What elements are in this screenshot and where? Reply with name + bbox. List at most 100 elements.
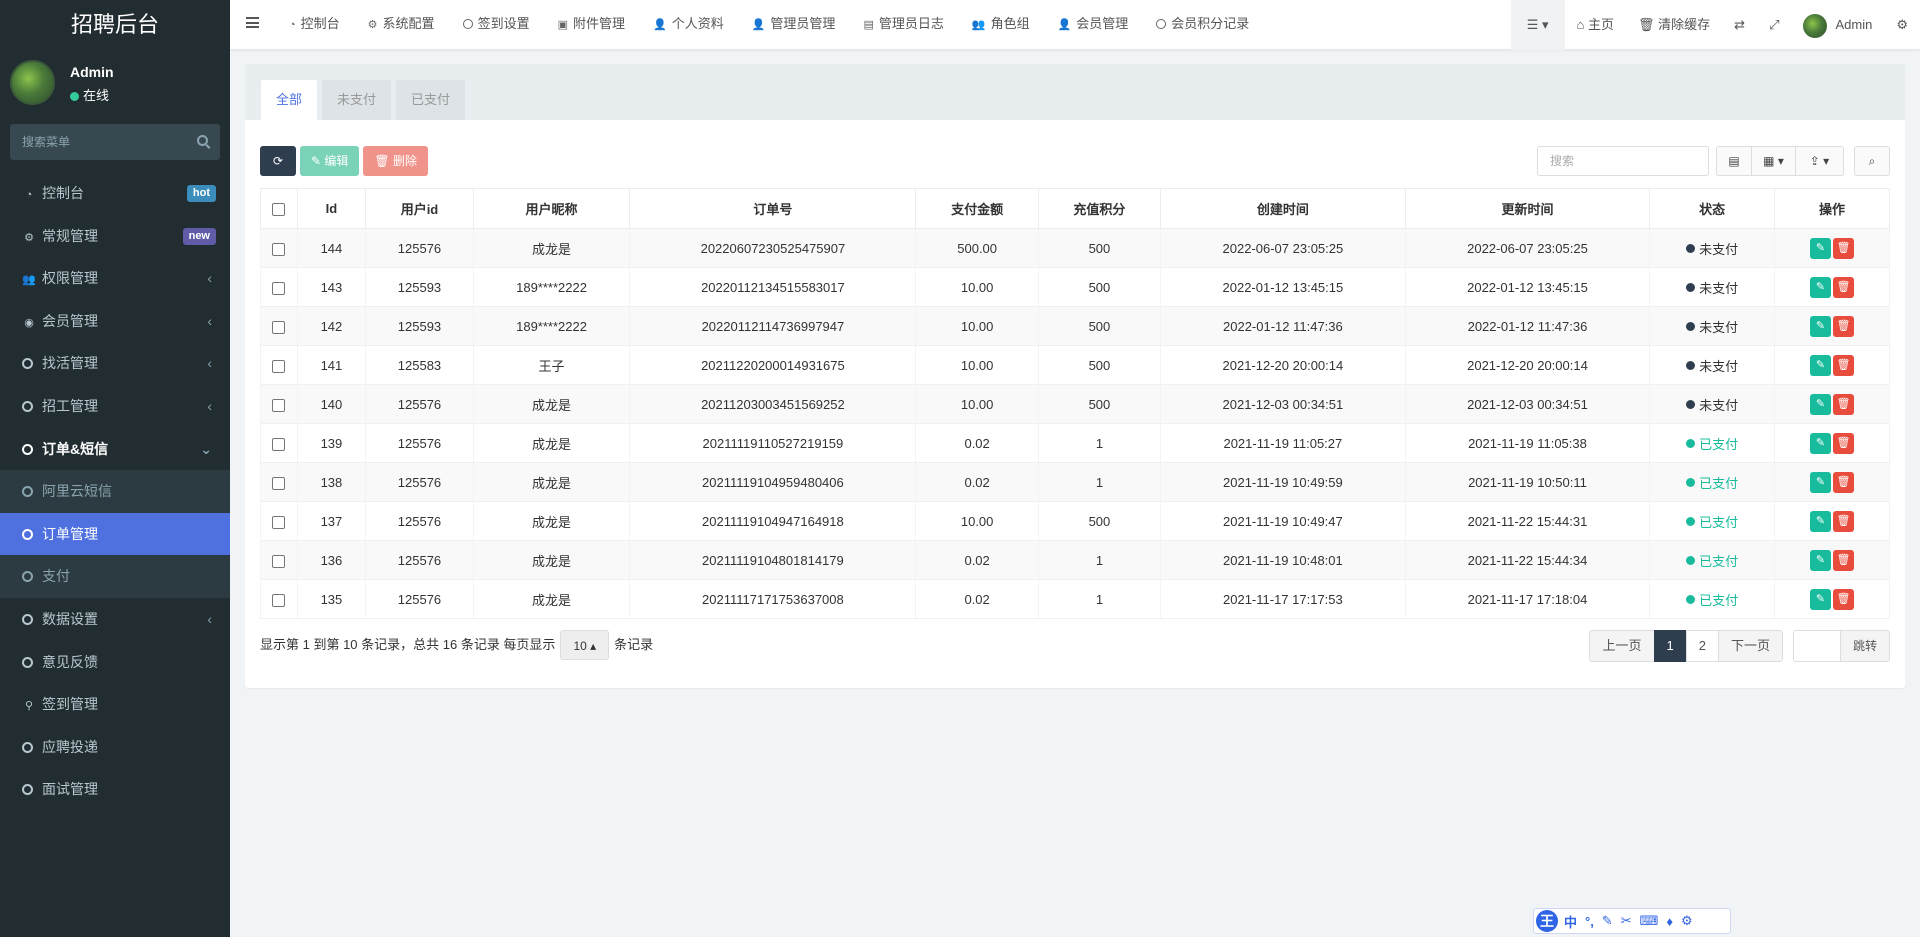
ime-settings-icon[interactable]: ⚙ <box>1681 913 1693 929</box>
row-checkbox[interactable] <box>272 515 286 529</box>
next-page-button[interactable]: 下一页 <box>1717 630 1783 662</box>
row-edit-button[interactable]: ✎ <box>1810 432 1831 454</box>
sidebar-item[interactable]: 招工管理 ‹ <box>0 385 230 428</box>
row-delete-button[interactable]: 🗑 <box>1833 432 1854 454</box>
column-header[interactable]: 用户昵称 <box>472 188 631 229</box>
clear-cache-button[interactable]: 🗑 清除缓存 <box>1626 0 1722 50</box>
table-row[interactable]: 139 125576 成龙是 20211119110527219159 0.02 1 202… <box>260 423 1890 463</box>
nav-tab[interactable]: 会员积分记录 <box>1142 0 1263 50</box>
status-tab[interactable]: 未支付 <box>322 80 392 120</box>
row-checkbox[interactable] <box>272 554 286 568</box>
row-checkbox[interactable] <box>272 320 286 334</box>
row-edit-button[interactable]: ✎ <box>1810 237 1831 259</box>
status-tab[interactable]: 全部 <box>261 80 318 120</box>
export-button[interactable]: ⇪ ▾ <box>1796 146 1844 176</box>
nav-tab[interactable]: 👤 管理员管理 <box>738 0 850 50</box>
column-header[interactable]: 状态 <box>1649 188 1775 229</box>
row-edit-button[interactable]: ✎ <box>1810 276 1831 298</box>
select-all-checkbox[interactable] <box>272 203 286 217</box>
table-row[interactable]: 135 125576 成龙是 20211117171753637008 0.02 1 202… <box>260 579 1890 619</box>
ime-scissors-icon[interactable]: ✂ <box>1621 913 1632 929</box>
table-row[interactable]: 144 125576 成龙是 20220607230525475907 500.00 50… <box>260 228 1890 268</box>
column-header[interactable]: 充值积分 <box>1037 188 1162 229</box>
row-delete-button[interactable]: 🗑 <box>1833 549 1854 571</box>
sidebar-item[interactable]: ⚙ 常规管理 new <box>0 215 230 258</box>
ime-mode-toggle[interactable]: 中 <box>1564 912 1577 931</box>
row-edit-button[interactable]: ✎ <box>1810 549 1831 571</box>
nav-tab[interactable]: 👤 会员管理 <box>1044 0 1143 50</box>
table-row[interactable]: 138 125576 成龙是 20211119104959480406 0.02 1 202… <box>260 462 1890 502</box>
row-checkbox[interactable] <box>272 281 286 295</box>
ime-logo-icon[interactable]: 王 <box>1536 910 1558 932</box>
column-header[interactable]: 订单号 <box>629 188 917 229</box>
row-edit-button[interactable]: ✎ <box>1810 510 1831 532</box>
sidebar-item[interactable]: 数据设置 ‹ <box>0 598 230 641</box>
row-checkbox[interactable] <box>272 398 286 412</box>
column-header[interactable]: 创建时间 <box>1160 188 1406 229</box>
row-checkbox[interactable] <box>272 476 286 490</box>
prev-page-button[interactable]: 上一页 <box>1589 630 1655 662</box>
row-delete-button[interactable]: 🗑 <box>1833 471 1854 493</box>
search-icon[interactable] <box>197 135 208 146</box>
edit-button[interactable]: ✎ 编辑 <box>300 146 360 176</box>
row-checkbox[interactable] <box>272 593 286 607</box>
ime-handwrite-icon[interactable]: ✎ <box>1602 913 1613 929</box>
row-edit-button[interactable]: ✎ <box>1810 471 1831 493</box>
row-delete-button[interactable]: 🗑 <box>1833 588 1854 610</box>
table-row[interactable]: 140 125576 成龙是 20211203003451569252 10.00 500… <box>260 384 1890 424</box>
ime-skin-icon[interactable]: ♦ <box>1666 914 1673 929</box>
table-row[interactable]: 143 125593 189****2222 20220112134515583017… <box>260 267 1890 307</box>
column-header[interactable]: Id <box>296 188 367 229</box>
row-edit-button[interactable]: ✎ <box>1810 315 1831 337</box>
sidebar-item[interactable]: 意见反馈 <box>0 641 230 684</box>
row-delete-button[interactable]: 🗑 <box>1833 510 1854 532</box>
nav-tab[interactable]: ▣ 附件管理 <box>544 0 639 50</box>
menu-search-input[interactable] <box>10 124 220 160</box>
toggle-view-button[interactable]: ▤ <box>1716 146 1752 176</box>
brand-title[interactable]: 招聘后台 <box>0 0 230 50</box>
fullscreen-icon[interactable]: ⤢ <box>1757 0 1791 50</box>
row-checkbox[interactable] <box>272 242 286 256</box>
sidebar-item[interactable]: 阿里云短信 <box>0 470 230 513</box>
page-1-button[interactable]: 1 <box>1653 630 1687 662</box>
row-edit-button[interactable]: ✎ <box>1810 354 1831 376</box>
row-delete-button[interactable]: 🗑 <box>1833 315 1854 337</box>
sidebar-item[interactable]: 面试管理 <box>0 768 230 811</box>
row-delete-button[interactable]: 🗑 <box>1833 354 1854 376</box>
row-edit-button[interactable]: ✎ <box>1810 588 1831 610</box>
nav-tab[interactable]: ▤ 管理员日志 <box>849 0 957 50</box>
columns-button[interactable]: ▦ ▾ <box>1752 146 1796 176</box>
table-search-input[interactable] <box>1537 146 1709 176</box>
ime-keyboard-icon[interactable]: ⌨ <box>1640 913 1659 929</box>
table-row[interactable]: 142 125593 189****2222 20220112114736997947… <box>260 306 1890 346</box>
row-edit-button[interactable]: ✎ <box>1810 393 1831 415</box>
column-header[interactable]: 用户id <box>365 188 474 229</box>
admin-menu[interactable]: Admin <box>1791 0 1884 50</box>
nav-tab[interactable]: 👤 个人资料 <box>639 0 738 50</box>
row-delete-button[interactable]: 🗑 <box>1833 393 1854 415</box>
row-delete-button[interactable]: 🗑 <box>1833 276 1854 298</box>
sidebar-item[interactable]: 👥 权限管理 ‹ <box>0 257 230 300</box>
table-row[interactable]: 141 125583 王子 20211220200014931675 10.00 500 2… <box>260 345 1890 385</box>
column-header[interactable]: 操作 <box>1774 188 1890 229</box>
sidebar-item[interactable]: 应聘投递 <box>0 726 230 769</box>
status-tab[interactable]: 已支付 <box>396 80 466 120</box>
sidebar-item[interactable]: 支付 <box>0 555 230 598</box>
page-2-button[interactable]: 2 <box>1685 630 1719 662</box>
search-button[interactable]: ⌕ <box>1854 146 1890 176</box>
nav-tab[interactable]: ⚙ 系统配置 <box>354 0 449 50</box>
sidebar-item[interactable]: 订单管理 <box>0 512 230 556</box>
column-header[interactable]: 支付金额 <box>915 188 1039 229</box>
table-row[interactable]: 137 125576 成龙是 20211119104947164918 10.00 500… <box>260 501 1890 541</box>
translate-icon[interactable]: ⇄ <box>1722 0 1757 50</box>
sidebar-item[interactable]: 找活管理 ‹ <box>0 342 230 385</box>
column-header[interactable]: 更新时间 <box>1404 188 1651 229</box>
home-link[interactable]: ⌂ 主页 <box>1565 0 1626 50</box>
nav-tab[interactable]: 签到设置 <box>449 0 544 50</box>
ime-punctuation-icon[interactable]: °, <box>1585 914 1594 929</box>
sidebar-item[interactable]: ◔ 控制台 hot <box>0 172 230 215</box>
row-delete-button[interactable]: 🗑 <box>1833 237 1854 259</box>
page-size-select[interactable]: 10 ▴ <box>560 630 610 660</box>
nav-tab[interactable]: ◔ 控制台 <box>275 0 354 50</box>
refresh-button[interactable]: ⟳ <box>260 146 296 176</box>
